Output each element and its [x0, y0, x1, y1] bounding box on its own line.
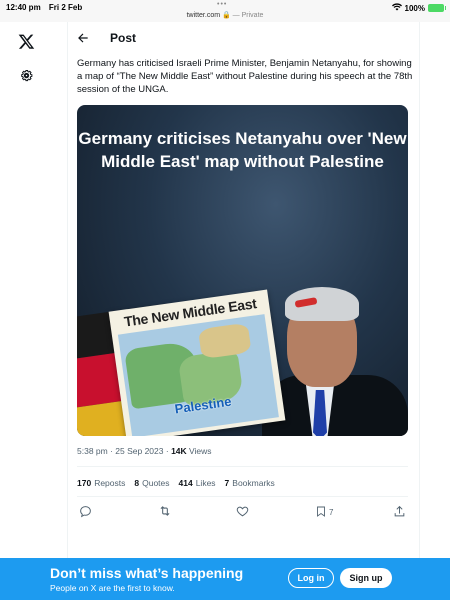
column-divider-right: [419, 22, 420, 560]
battery-icon: [428, 4, 446, 12]
stat-quotes[interactable]: 8 Quotes: [134, 478, 169, 488]
divider: [77, 466, 408, 467]
back-arrow-icon[interactable]: [76, 31, 92, 47]
bookmark-count: 7: [329, 507, 334, 517]
stat-bookmarks[interactable]: 7 Bookmarks: [225, 478, 275, 488]
post-header: Post: [68, 22, 419, 56]
tweet-meta: 5:38 pm · 25 Sep 2023 · 14K Views: [77, 446, 212, 456]
heart-icon: [236, 505, 249, 520]
bookmark-button[interactable]: 7: [315, 504, 333, 520]
login-button[interactable]: Log in: [288, 568, 334, 588]
stat-likes[interactable]: 414 Likes: [179, 478, 216, 488]
tweet-stats: 170 Reposts 8 Quotes 414 Likes 7 Bookmarks: [77, 478, 275, 488]
page-title: Post: [110, 31, 137, 45]
settings-gear-icon[interactable]: [15, 64, 37, 86]
tweet-actions: 7: [77, 504, 408, 522]
timestamp[interactable]: 5:38 pm · 25 Sep 2023: [77, 446, 163, 456]
bookmark-icon: [315, 505, 327, 520]
map-card: The New Middle East Palestine: [108, 289, 286, 436]
banner-subtitle: People on X are the first to know.: [50, 583, 175, 593]
banner-title: Don’t miss what’s happening: [50, 565, 244, 581]
status-bar: 12:40 pm Fri 2 Feb ••• twitter.com 🔒 — P…: [0, 0, 450, 22]
sidebar: [0, 22, 67, 560]
lock-icon: 🔒: [222, 12, 231, 19]
reply-icon: [79, 505, 92, 520]
share-button[interactable]: [393, 504, 406, 520]
tweet-image[interactable]: The New Middle East Palestine Germany cr…: [77, 105, 408, 436]
repost-button[interactable]: [158, 504, 172, 520]
divider: [77, 496, 408, 497]
signup-banner: Don’t miss what’s happening People on X …: [0, 558, 450, 600]
views-label: Views: [189, 446, 212, 456]
tweet-text: Germany has criticised Israeli Prime Min…: [77, 58, 413, 95]
address-bar[interactable]: twitter.com 🔒 — Private: [0, 11, 450, 19]
repost-icon: [158, 504, 172, 520]
column-divider-left: [67, 22, 68, 560]
reply-button[interactable]: [79, 504, 92, 520]
image-headline: Germany criticises Netanyahu over 'New M…: [78, 129, 407, 171]
like-button[interactable]: [236, 504, 249, 520]
more-dots-icon[interactable]: •••: [217, 1, 227, 8]
private-label: — Private: [232, 12, 264, 19]
share-icon: [393, 505, 406, 520]
battery-percent: 100%: [404, 3, 425, 13]
signup-button[interactable]: Sign up: [340, 568, 392, 588]
stat-reposts[interactable]: 170 Reposts: [77, 478, 125, 488]
wifi-icon: [391, 3, 402, 13]
views-count: 14K: [171, 446, 187, 456]
x-logo-icon[interactable]: [15, 30, 37, 52]
url-text: twitter.com: [186, 12, 221, 19]
